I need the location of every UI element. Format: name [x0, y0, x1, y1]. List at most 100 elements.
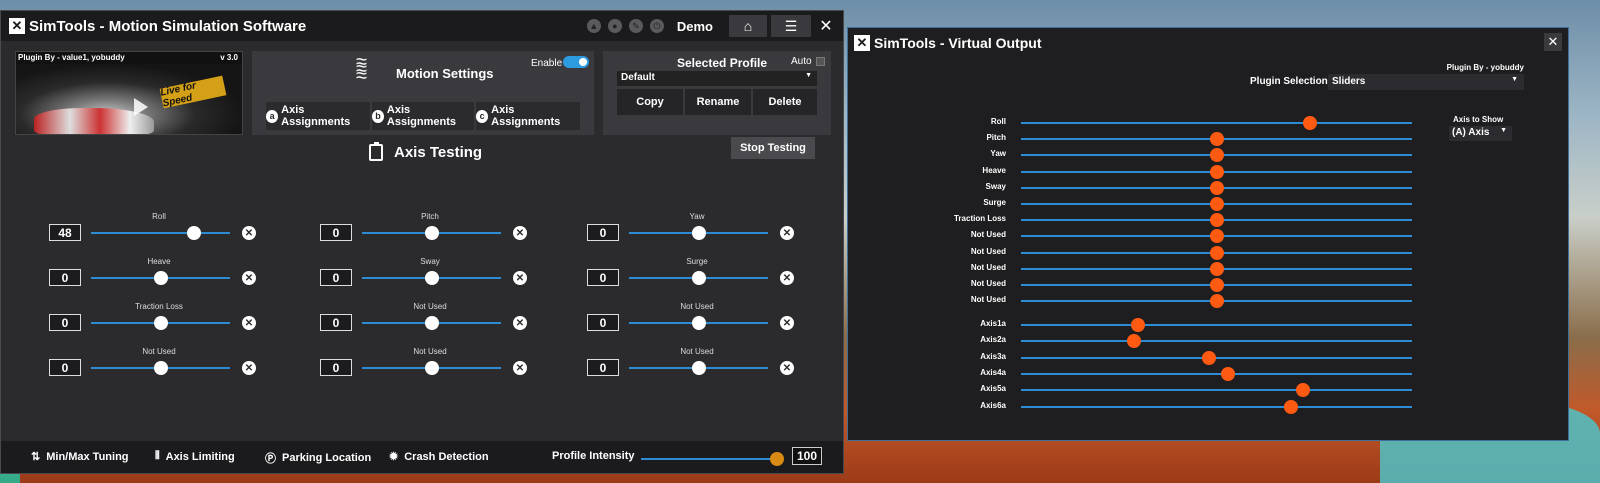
axis-test-slider-knob[interactable] — [424, 271, 439, 285]
close-icon: ✕ — [819, 18, 833, 35]
axis-test-value[interactable]: 48 — [49, 224, 81, 241]
main-close-button[interactable]: ✕ — [815, 15, 837, 37]
reset-axis-icon[interactable]: ✕ — [513, 271, 527, 285]
axis-test-value[interactable]: 0 — [320, 269, 352, 286]
enable-toggle[interactable] — [563, 56, 589, 68]
vo-slider-knob[interactable] — [1201, 350, 1216, 365]
vo-slider-knob[interactable] — [1127, 334, 1142, 349]
vo-slider-track[interactable] — [1021, 372, 1412, 375]
reset-axis-icon[interactable]: ✕ — [513, 361, 527, 375]
axis-test-value[interactable]: 0 — [587, 359, 619, 376]
axis-test-slider-knob[interactable] — [424, 361, 439, 375]
axis-test-value[interactable]: 0 — [320, 224, 352, 241]
axis-test-value[interactable]: 0 — [49, 269, 81, 286]
vo-slider-knob[interactable] — [1209, 261, 1224, 276]
axis-test-slider-knob[interactable] — [153, 271, 168, 285]
reset-axis-icon[interactable]: ✕ — [242, 271, 256, 285]
min-max-tuning-button[interactable]: ⇅ Min/Max Tuning — [31, 450, 129, 464]
auto-checkbox[interactable] — [816, 57, 825, 66]
vo-slider-track[interactable] — [1021, 324, 1412, 326]
profile-intensity-knob[interactable] — [770, 452, 784, 466]
vo-slider-knob[interactable] — [1209, 294, 1224, 309]
vo-slider-knob[interactable] — [1209, 229, 1224, 244]
axis-test-value[interactable]: 0 — [49, 359, 81, 376]
menu-button[interactable]: ☰ — [771, 15, 811, 37]
vo-slider-knob[interactable] — [1131, 318, 1146, 332]
crash-detection-button[interactable]: ✹ Crash Detection — [389, 450, 489, 464]
axis-limiting-button[interactable]: ⫴ Axis Limiting — [155, 450, 235, 463]
axis-to-show-dropdown[interactable]: (A) Axis ▼ — [1449, 126, 1512, 141]
play-icon[interactable] — [134, 98, 148, 116]
reset-axis-icon[interactable]: ✕ — [242, 226, 256, 240]
vo-slider-knob[interactable] — [1209, 245, 1224, 260]
axis-test-slider-knob[interactable] — [153, 316, 168, 330]
up-arrow-icon[interactable]: ▲ — [586, 19, 601, 33]
axis-assignments-a-button[interactable]: a Axis Assignments — [266, 102, 370, 130]
power-icon[interactable]: ⏻ — [649, 19, 664, 33]
vo-slider-label: Axis2a — [980, 335, 1006, 345]
parking-location-button[interactable]: Ⓟ Parking Location — [265, 450, 371, 466]
axis-assignments-c-button[interactable]: c Axis Assignments — [476, 102, 580, 130]
axis-test-slider-knob[interactable] — [691, 271, 706, 285]
vo-slider-knob[interactable] — [1209, 132, 1224, 147]
reset-axis-icon[interactable]: ✕ — [242, 316, 256, 330]
reset-axis-icon[interactable]: ✕ — [780, 271, 794, 285]
axis-test-value[interactable]: 0 — [320, 359, 352, 376]
profile-intensity-value[interactable]: 100 — [792, 447, 822, 465]
vo-slider-knob[interactable] — [1303, 116, 1318, 130]
home-button[interactable]: ⌂ — [729, 15, 767, 37]
vo-slider-knob[interactable] — [1209, 197, 1224, 211]
vo-slider-track[interactable] — [1021, 389, 1412, 392]
vo-slider-row: Not Used — [848, 294, 1428, 309]
vo-close-button[interactable]: ✕ — [1544, 33, 1562, 51]
reset-axis-icon[interactable]: ✕ — [513, 226, 527, 240]
axis-to-show-label: Axis to Show — [1453, 115, 1504, 124]
vo-slider-knob[interactable] — [1221, 366, 1236, 381]
axis-test-slider-knob[interactable] — [424, 226, 439, 240]
axis-test-slider-knob[interactable] — [691, 316, 706, 330]
axis-test-slider-knob[interactable] — [153, 361, 168, 375]
wrench-icon[interactable]: ✎ — [628, 19, 643, 33]
reset-axis-icon[interactable]: ✕ — [242, 361, 256, 375]
reset-axis-icon[interactable]: ✕ — [513, 316, 527, 330]
vo-slider-knob[interactable] — [1295, 383, 1310, 398]
vo-slider-track[interactable] — [1021, 356, 1412, 359]
vo-slider-knob[interactable] — [1209, 148, 1224, 163]
vo-slider-label: Roll — [990, 117, 1006, 126]
vo-slider-knob[interactable] — [1283, 399, 1298, 414]
reset-axis-icon[interactable]: ✕ — [780, 361, 794, 375]
vo-slider-label: Heave — [982, 165, 1006, 175]
axis-test-value[interactable]: 0 — [49, 314, 81, 331]
plugin-selection-label: Plugin Selection — [1250, 76, 1328, 87]
profile-dropdown[interactable]: Default ▼ — [617, 71, 817, 86]
vo-slider-track[interactable] — [1021, 405, 1412, 408]
vo-slider-knob[interactable] — [1209, 278, 1224, 292]
delete-button[interactable]: Delete — [753, 89, 817, 115]
axis-assignments-b-button[interactable]: b Axis Assignments — [372, 102, 474, 130]
vo-slider-track[interactable] — [1021, 340, 1412, 343]
vo-slider-knob[interactable] — [1209, 164, 1224, 179]
vo-slider-knob[interactable] — [1209, 180, 1224, 195]
reset-axis-icon[interactable]: ✕ — [780, 316, 794, 330]
vo-slider-track[interactable] — [1021, 122, 1412, 124]
profile-intensity-track[interactable] — [641, 458, 777, 460]
axis-test-slider-knob[interactable] — [691, 226, 706, 240]
min-max-icon: ⇅ — [31, 451, 41, 463]
axis-test-value[interactable]: 0 — [587, 269, 619, 286]
axis-test-slider-knob[interactable] — [424, 316, 439, 330]
axis-test-value[interactable]: 0 — [320, 314, 352, 331]
axis-test-slider-track[interactable] — [91, 232, 230, 234]
plugin-selection-dropdown[interactable]: Sliders ▼ — [1328, 74, 1524, 90]
axis-test-slider-knob[interactable] — [186, 226, 201, 240]
vo-slider-knob[interactable] — [1209, 213, 1224, 228]
copy-button[interactable]: Copy — [617, 89, 683, 115]
plugin-preview[interactable]: Live for Speed Plugin By - value1, yobud… — [15, 51, 243, 135]
axis-test-value[interactable]: 0 — [587, 314, 619, 331]
rename-button[interactable]: Rename — [685, 89, 751, 115]
reset-axis-icon[interactable]: ✕ — [780, 226, 794, 240]
stop-testing-button[interactable]: Stop Testing — [731, 137, 815, 159]
vo-slider-label: Axis1a — [980, 319, 1006, 328]
record-icon[interactable]: ● — [607, 19, 622, 33]
axis-test-value[interactable]: 0 — [587, 224, 619, 241]
axis-test-slider-knob[interactable] — [691, 361, 706, 375]
